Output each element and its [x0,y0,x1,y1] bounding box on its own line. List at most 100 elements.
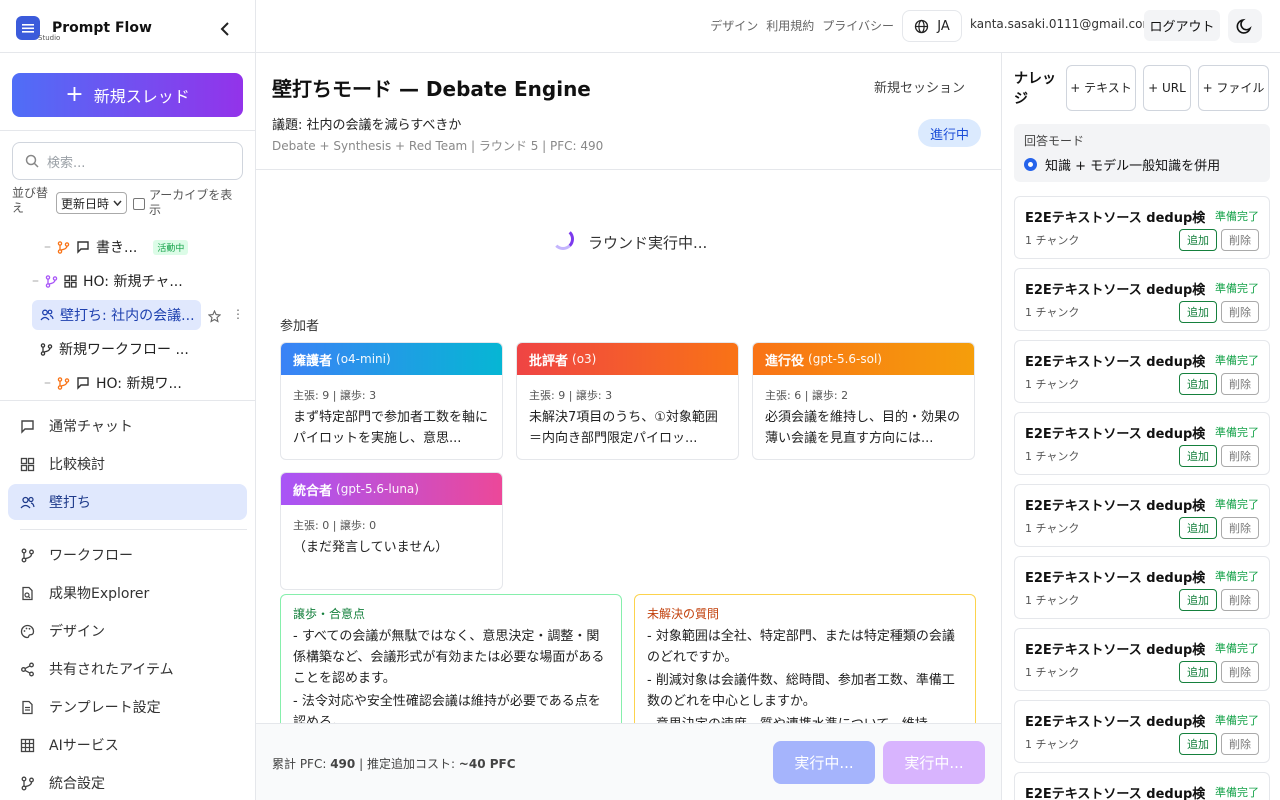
nav-item-templates[interactable]: テンプレート設定 [8,689,247,725]
participants-label: 参加者 [280,319,320,334]
knowledge-panel: ナレッジ + テキスト + URL + ファイル 回答モード 知識 + モデル一… [1001,53,1280,800]
grid-icon [64,274,77,288]
divider [20,529,247,530]
source-status: 準備完了 [1215,282,1259,295]
source-delete-button[interactable]: 削除 [1221,733,1259,755]
link-privacy[interactable]: プライバシー [822,17,894,34]
archive-toggle[interactable]: アーカイブを表示 [133,188,233,218]
knowledge-source-card: E2Eテキストソース dedup検... 準備完了 1 チャンク 追加 削除 [1014,700,1270,763]
debate-footer: 累計 PFC: 490 | 推定追加コスト: ~40 PFC 実行中... 実行… [256,723,1001,800]
branch-icon [21,548,34,562]
source-chunks: 1 チャンク [1025,378,1080,391]
tree-item-label: 書き... [96,240,138,256]
agreement-item: - すべての会議が無駄ではなく、意思決定・調整・関係構築など、会議形式が有効また… [293,629,605,686]
top-links: デザイン 利用規約 プライバシー [710,17,894,34]
source-delete-button[interactable]: 削除 [1221,517,1259,539]
source-add-button[interactable]: 追加 [1179,517,1217,539]
nav-label: 共有されたアイテム [49,662,174,678]
search-input[interactable]: 検索... [12,142,243,180]
nav-label: AIサービス [49,738,119,754]
participant-stats: 主張: 0 | 譲歩: 0 [293,519,377,532]
search-icon [25,154,39,168]
language-label: JA [937,18,950,34]
sort-row: 並び替え 更新日時 アーカイブを表示 [12,186,248,218]
source-title: E2Eテキストソース dedup検... [1025,355,1205,370]
source-delete-button[interactable]: 削除 [1221,301,1259,323]
nav-item-debate[interactable]: 壁打ち [8,484,247,520]
answer-mode-option[interactable]: 知識 + モデル一般知識を併用 [1024,155,1260,174]
nav-item-compare[interactable]: 比較検討 [8,446,247,482]
source-add-button[interactable]: 追加 [1179,661,1217,683]
nav-label: デザイン [49,624,105,640]
source-title: E2Eテキストソース dedup検証 [1025,643,1205,658]
nav-item-design[interactable]: デザイン [8,613,247,649]
source-add-button[interactable]: 追加 [1179,445,1217,467]
document-icon [22,700,33,714]
grid-icon [20,457,35,471]
source-delete-button[interactable]: 削除 [1221,661,1259,683]
chat-icon [21,419,34,434]
link-terms[interactable]: 利用規約 [766,17,814,34]
add-file-button[interactable]: + ファイル [1198,65,1269,111]
new-thread-button[interactable]: + 新規スレッド [12,73,243,117]
tree-item-label: 新規ワークフロー ... [59,342,189,358]
open-questions-title: 未解決の質問 [647,607,720,621]
nav-item-ai-services[interactable]: AIサービス [8,727,247,763]
brand: Prompt Flow [16,16,152,40]
tree-item[interactable]: – 書き... 活動中 [44,232,189,262]
participant-header: 擁護者 (o4-mini) [281,343,502,375]
source-delete-button[interactable]: 削除 [1221,229,1259,251]
link-design[interactable]: デザイン [710,17,758,34]
add-url-button[interactable]: + URL [1143,65,1191,111]
sort-value: 更新日時 [61,196,110,211]
more-icon[interactable]: ⋮ [232,308,244,320]
participant-role: 擁護者 [293,353,333,369]
page-title: 壁打ちモード — Debate Engine [272,77,591,101]
source-add-button[interactable]: 追加 [1179,589,1217,611]
nav-item-explorer[interactable]: 成果物Explorer [8,575,247,611]
knowledge-source-card: E2Eテキストソース dedup検... 準備完了 1 チャンク 追加 削除 [1014,268,1270,331]
archive-label: アーカイブを表示 [149,188,233,217]
nav-item-chat[interactable]: 通常チャット [8,408,247,444]
source-delete-button[interactable]: 削除 [1221,589,1259,611]
chat-icon [77,377,89,390]
file-search-icon [22,586,33,600]
cost-prefix: 累計 PFC: [272,757,331,771]
add-text-button[interactable]: + テキスト [1066,65,1136,111]
tree-item[interactable]: – HO: 新規チャ... [32,266,183,296]
nav-item-workflow[interactable]: ワークフロー [8,537,247,573]
run-round-button[interactable]: 実行中... [773,741,875,784]
language-button[interactable]: JA [902,10,962,42]
participant-model: (o4-mini) [336,352,391,366]
knowledge-source-card: E2Eテキストソース dedup検... 準備完了 1 チャンク 追加 削除 [1014,412,1270,475]
logout-button[interactable]: ログアウト [1144,10,1220,41]
source-delete-button[interactable]: 削除 [1221,445,1259,467]
radio-selected[interactable] [1024,158,1037,171]
tree-item-label: HO: 新規チャ... [83,274,183,290]
source-delete-button[interactable]: 削除 [1221,373,1259,395]
collapse-sidebar-button[interactable] [214,18,236,40]
source-add-button[interactable]: 追加 [1179,733,1217,755]
run-auto-button[interactable]: 実行中... [883,741,985,784]
tree-item[interactable]: 新規ワークフロー ... [40,334,189,364]
plus-icon: + [65,82,84,107]
sort-select[interactable]: 更新日時 [56,192,128,214]
nav-label: 成果物Explorer [49,586,150,602]
new-session-button[interactable]: 新規セッション [874,77,965,96]
source-title: E2Eテキストソース dedup検... [1025,571,1205,586]
knowledge-source-card: E2Eテキストソース dedup検... 準備完了 1 チャンク 追加 削除 [1014,556,1270,619]
nav-item-shared[interactable]: 共有されたアイテム [8,651,247,687]
tree-item[interactable]: – HO: 新規ワ... [44,368,182,398]
nav-item-integrations[interactable]: 統合設定 [8,765,247,800]
star-icon[interactable] [207,308,222,327]
source-add-button[interactable]: 追加 [1179,373,1217,395]
open-questions-box: 未解決の質問 - 対象範囲は全社、特定部門、または特定種類の会議のどれですか。 … [634,594,976,734]
theme-toggle-button[interactable] [1228,9,1262,43]
archive-checkbox[interactable] [133,198,146,210]
branch-icon [57,240,70,254]
tree-item-active[interactable]: 壁打ち: 社内の会議... [32,300,201,330]
source-add-button[interactable]: 追加 [1179,301,1217,323]
new-thread-label: 新規スレッド [93,87,190,106]
source-add-button[interactable]: 追加 [1179,229,1217,251]
participant-model: (gpt-5.6-sol) [808,352,882,366]
